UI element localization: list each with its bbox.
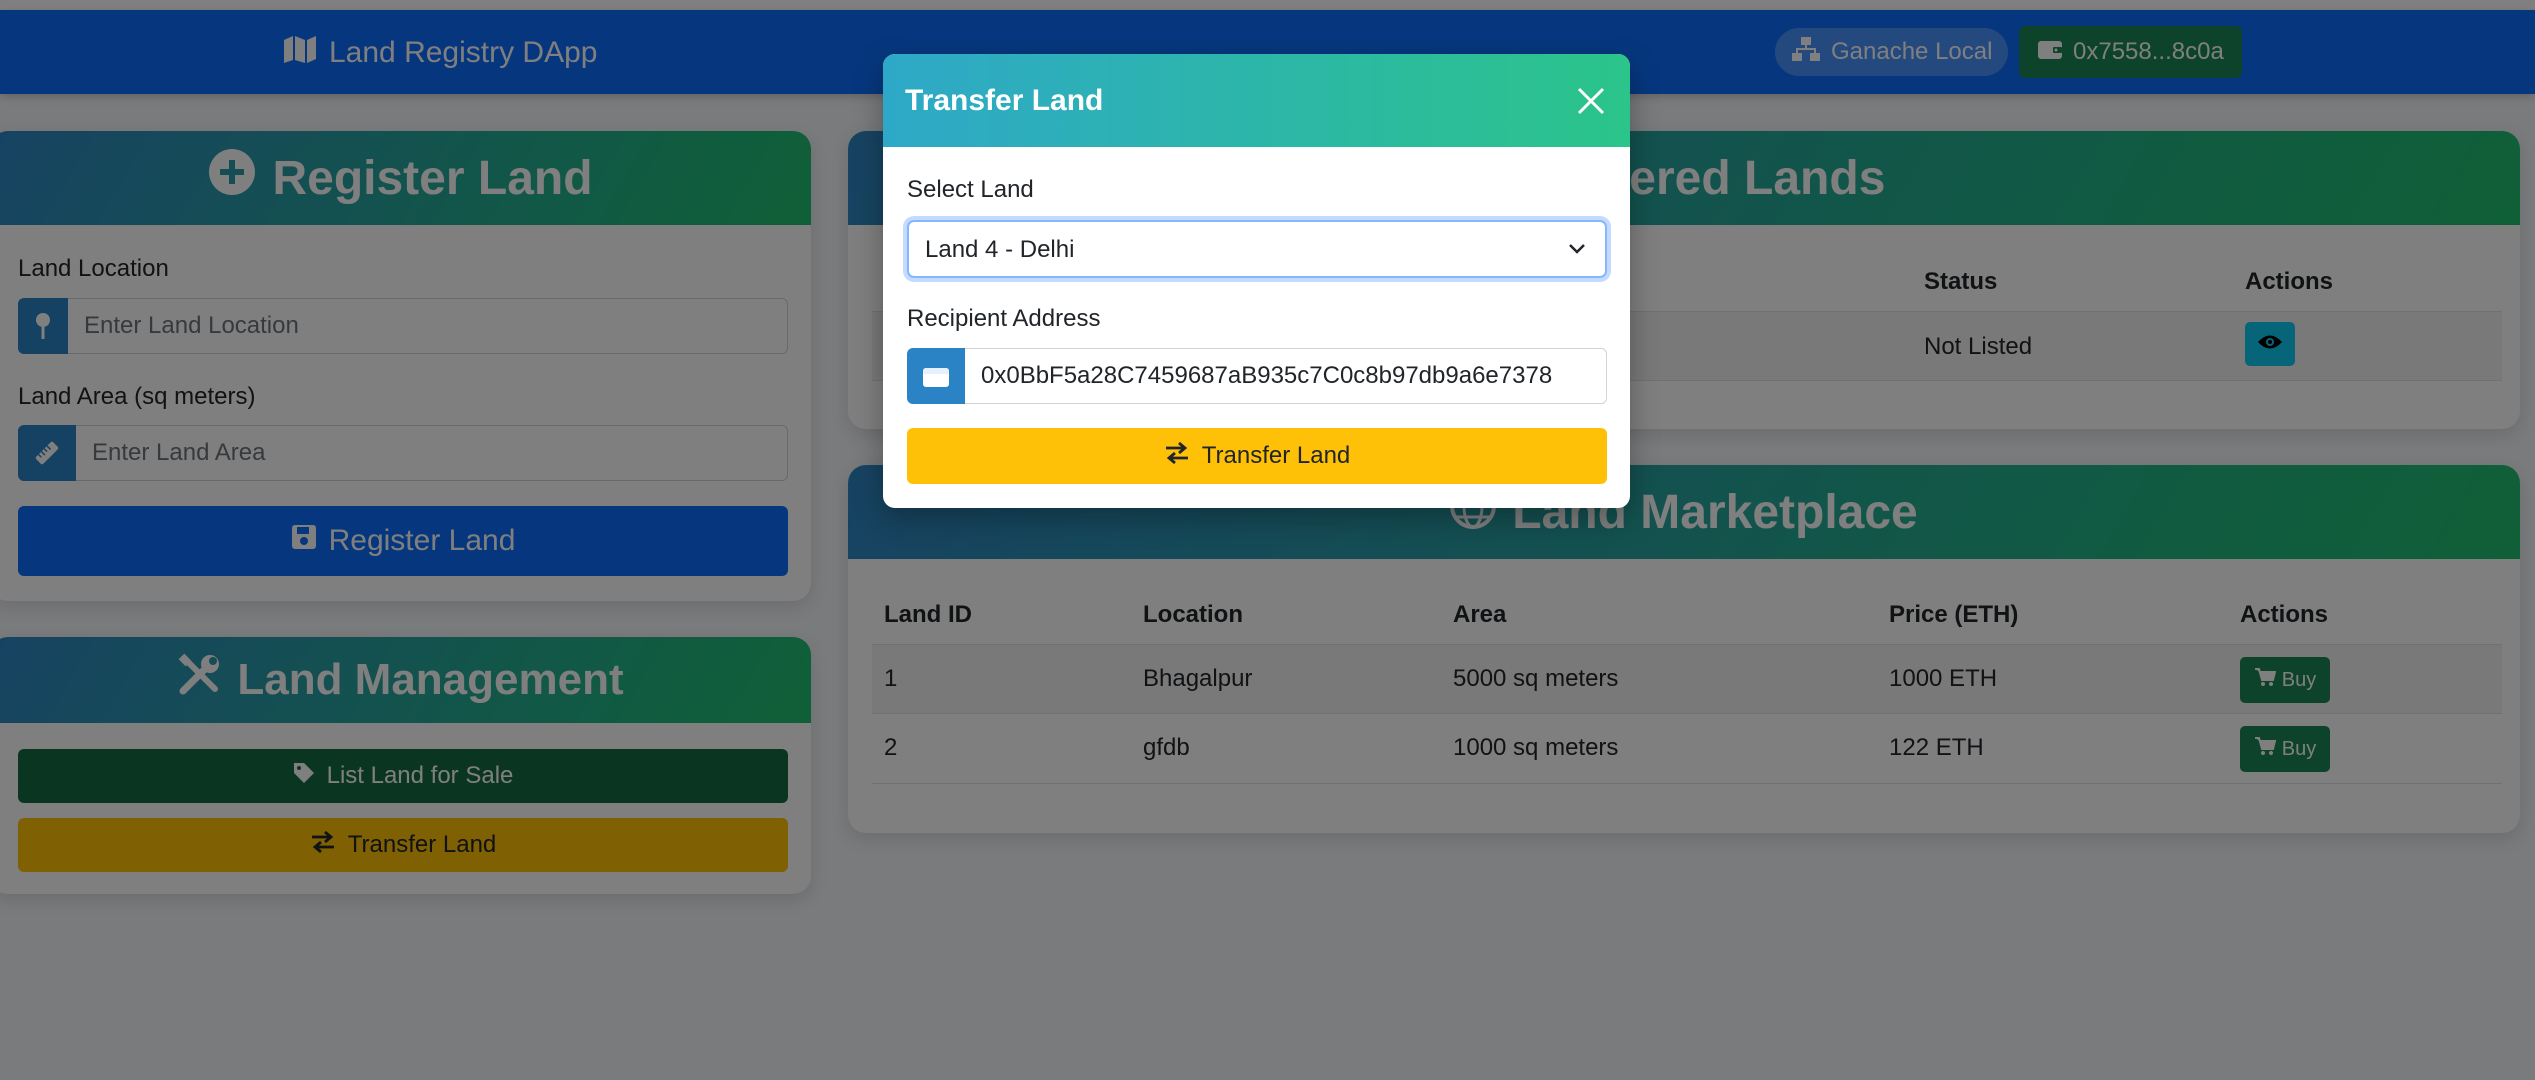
wallet-icon: [907, 348, 965, 404]
modal-header: Transfer Land: [883, 54, 1630, 147]
selected-land-value: Land 4 - Delhi: [925, 236, 1075, 263]
recipient-input-group: [907, 348, 1607, 404]
modal-title: Transfer Land: [905, 83, 1104, 117]
close-icon[interactable]: [1574, 84, 1608, 118]
recipient-address-label: Recipient Address: [907, 305, 1101, 332]
chevron-down-icon: [1567, 239, 1587, 264]
exchange-icon: [1164, 441, 1190, 472]
select-land-label: Select Land: [907, 176, 1034, 203]
transfer-land-modal: Transfer Land Select Land Land 4 - Delhi…: [883, 54, 1630, 508]
recipient-address-input[interactable]: [965, 348, 1607, 404]
select-land-dropdown[interactable]: Land 4 - Delhi: [907, 220, 1607, 278]
modal-transfer-button-label: Transfer Land: [1201, 442, 1351, 469]
modal-transfer-land-button[interactable]: Transfer Land: [907, 428, 1607, 484]
